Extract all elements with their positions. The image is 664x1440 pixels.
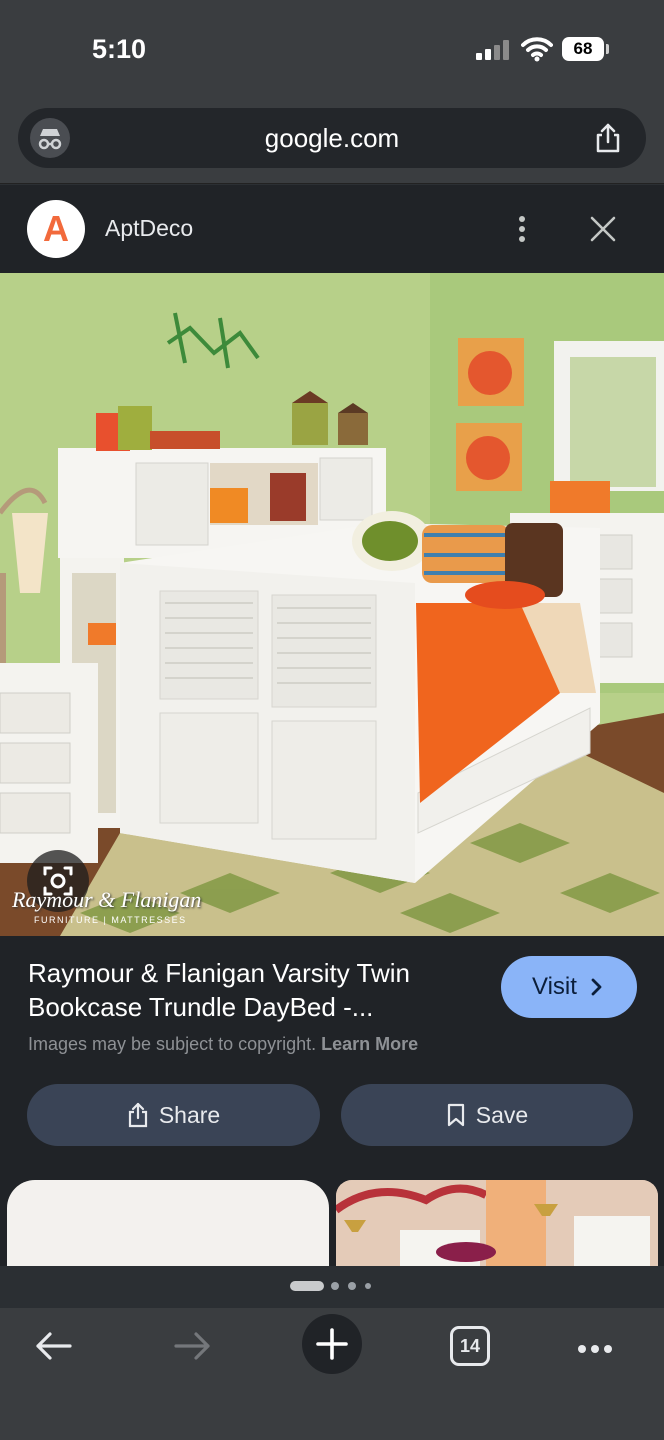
battery-tip: [606, 44, 609, 54]
address-bar[interactable]: google.com: [18, 108, 646, 168]
source-logo[interactable]: A: [27, 200, 85, 258]
result-image[interactable]: [0, 273, 664, 936]
share-icon[interactable]: [592, 122, 624, 154]
signal-icon: [476, 40, 510, 60]
copyright-text: Images may be subject to copyright.: [28, 1034, 317, 1054]
result-info-panel: Raymour & Flanigan Varsity Twin Bookcase…: [0, 936, 664, 1266]
page-indicator-dot: [331, 1282, 339, 1290]
tabs-icon[interactable]: 14: [450, 1326, 490, 1366]
source-logo-letter: A: [43, 208, 69, 249]
close-icon[interactable]: [589, 215, 617, 243]
wifi-icon: [521, 37, 553, 62]
status-time: 5:10: [92, 34, 147, 64]
page-indicator-dot: [348, 1282, 356, 1290]
page-indicator-active: [290, 1281, 324, 1291]
image-watermark-sub: FURNITURE | MATTRESSES: [34, 915, 187, 925]
copyright-notice: Images may be subject to copyright. Lear…: [28, 1034, 418, 1055]
source-name[interactable]: AptDeco: [105, 215, 193, 242]
address-bar-container: google.com: [0, 100, 664, 184]
status-bar: 5:10 68: [0, 0, 664, 100]
result-title[interactable]: Raymour & Flanigan Varsity Twin Bookcase…: [28, 956, 468, 1024]
visit-label: Visit: [532, 973, 577, 1000]
more-vertical-icon[interactable]: [511, 213, 533, 245]
more-horizontal-icon[interactable]: [578, 1340, 618, 1353]
image-watermark: Raymour & Flanigan: [12, 887, 202, 912]
forward-arrow-icon[interactable]: [172, 1328, 212, 1364]
learn-more-link[interactable]: Learn More: [321, 1034, 418, 1054]
related-result-thumbnail[interactable]: [7, 1180, 329, 1266]
save-label: Save: [475, 1101, 529, 1128]
page-indicator: [0, 1266, 664, 1308]
back-arrow-icon[interactable]: [34, 1328, 74, 1364]
share-icon: [128, 1102, 147, 1128]
bookmark-icon: [447, 1103, 464, 1127]
chevron-right-icon: [591, 978, 602, 996]
battery-icon: 68: [562, 37, 604, 61]
visit-button[interactable]: Visit: [501, 956, 637, 1018]
related-result-thumbnail[interactable]: [336, 1180, 658, 1266]
page-indicator-dot: [365, 1283, 371, 1289]
new-tab-plus-icon[interactable]: [302, 1314, 362, 1374]
bedroom-photo: [0, 273, 664, 936]
source-header: A AptDeco: [0, 185, 664, 273]
url-domain[interactable]: google.com: [18, 123, 646, 154]
share-button[interactable]: Share: [27, 1084, 320, 1146]
bottom-toolbar: 14: [0, 1308, 664, 1440]
share-label: Share: [158, 1101, 221, 1128]
save-button[interactable]: Save: [341, 1084, 633, 1146]
